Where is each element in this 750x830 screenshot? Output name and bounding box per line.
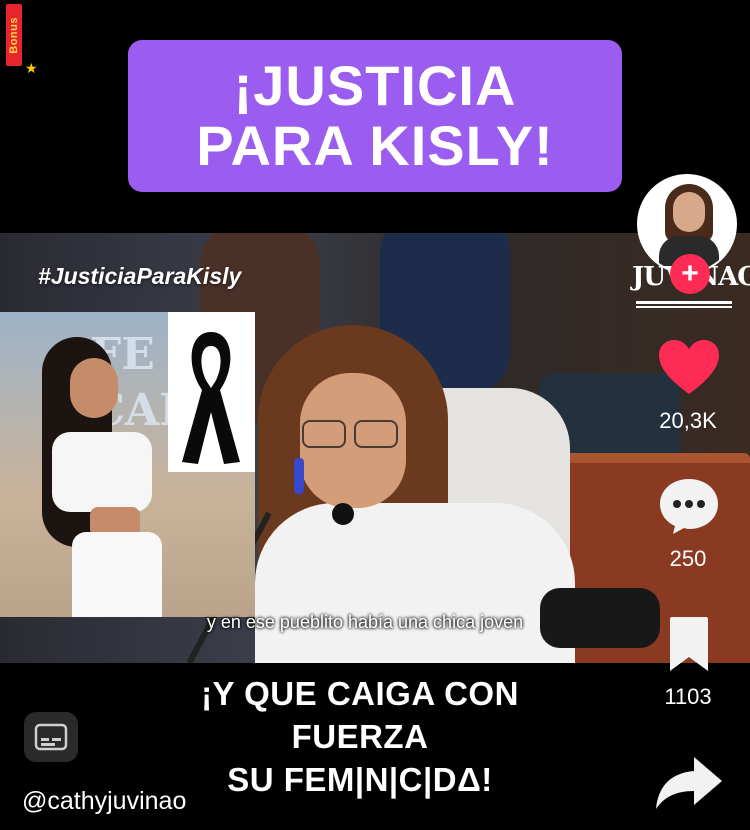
video-caption: ¡Y QUE CAIGA CON FUERZA SU FEM|N|C|DΔ!: [130, 672, 590, 801]
brand-underline: [636, 301, 732, 304]
captions-icon: [34, 723, 68, 751]
video-subtitle: y en ese pueblito había una chica joven: [206, 612, 524, 632]
photo-person-face: [70, 358, 118, 418]
headline-line-1: ¡JUSTICIA: [233, 54, 517, 117]
microphone: [332, 503, 354, 525]
caption-line-2: FUERZA: [291, 718, 429, 755]
mourning-ribbon-icon: [182, 332, 240, 464]
speaker-glasses: [302, 420, 398, 448]
bonus-badge: Bonus: [6, 4, 22, 66]
share-arrow-icon: [656, 757, 722, 809]
follow-button[interactable]: +: [670, 254, 710, 294]
comment-count: 250: [669, 546, 707, 571]
photo-person-top: [52, 432, 152, 512]
save-button[interactable]: [664, 614, 714, 674]
captions-button[interactable]: [24, 712, 78, 762]
author-username[interactable]: @cathyjuvinao: [22, 787, 186, 816]
headline-banner: ¡JUSTICIA PARA KISLY!: [128, 40, 622, 192]
heart-icon: [659, 340, 719, 394]
caption-line-1: ¡Y QUE CAIGA CON: [201, 675, 519, 712]
comment-icon: [660, 479, 718, 534]
brand-underline-thin: [636, 306, 732, 308]
save-count: 1103: [664, 684, 712, 709]
like-button[interactable]: [655, 336, 723, 398]
plus-icon: +: [681, 257, 699, 290]
comment-button[interactable]: [656, 476, 722, 536]
memorial-photo-inset: FE CAP: [0, 312, 255, 617]
share-button[interactable]: [654, 752, 724, 812]
like-count: 20,3K: [659, 408, 717, 433]
headline-line-2: PARA KISLY!: [196, 114, 554, 177]
bonus-label: Bonus: [8, 16, 20, 54]
photo-person-pants: [72, 532, 162, 617]
video-hashtag: #JusticiaParaKisly: [38, 263, 242, 289]
star-icon: ★: [25, 60, 38, 76]
bookmark-icon: [670, 617, 708, 671]
avatar-face: [673, 192, 705, 232]
caption-line-3: SU FEM|N|C|DΔ!: [227, 761, 493, 798]
mourning-ribbon-box: [168, 312, 255, 472]
speaker-body: [255, 503, 575, 663]
speaker-earring: [294, 458, 304, 494]
